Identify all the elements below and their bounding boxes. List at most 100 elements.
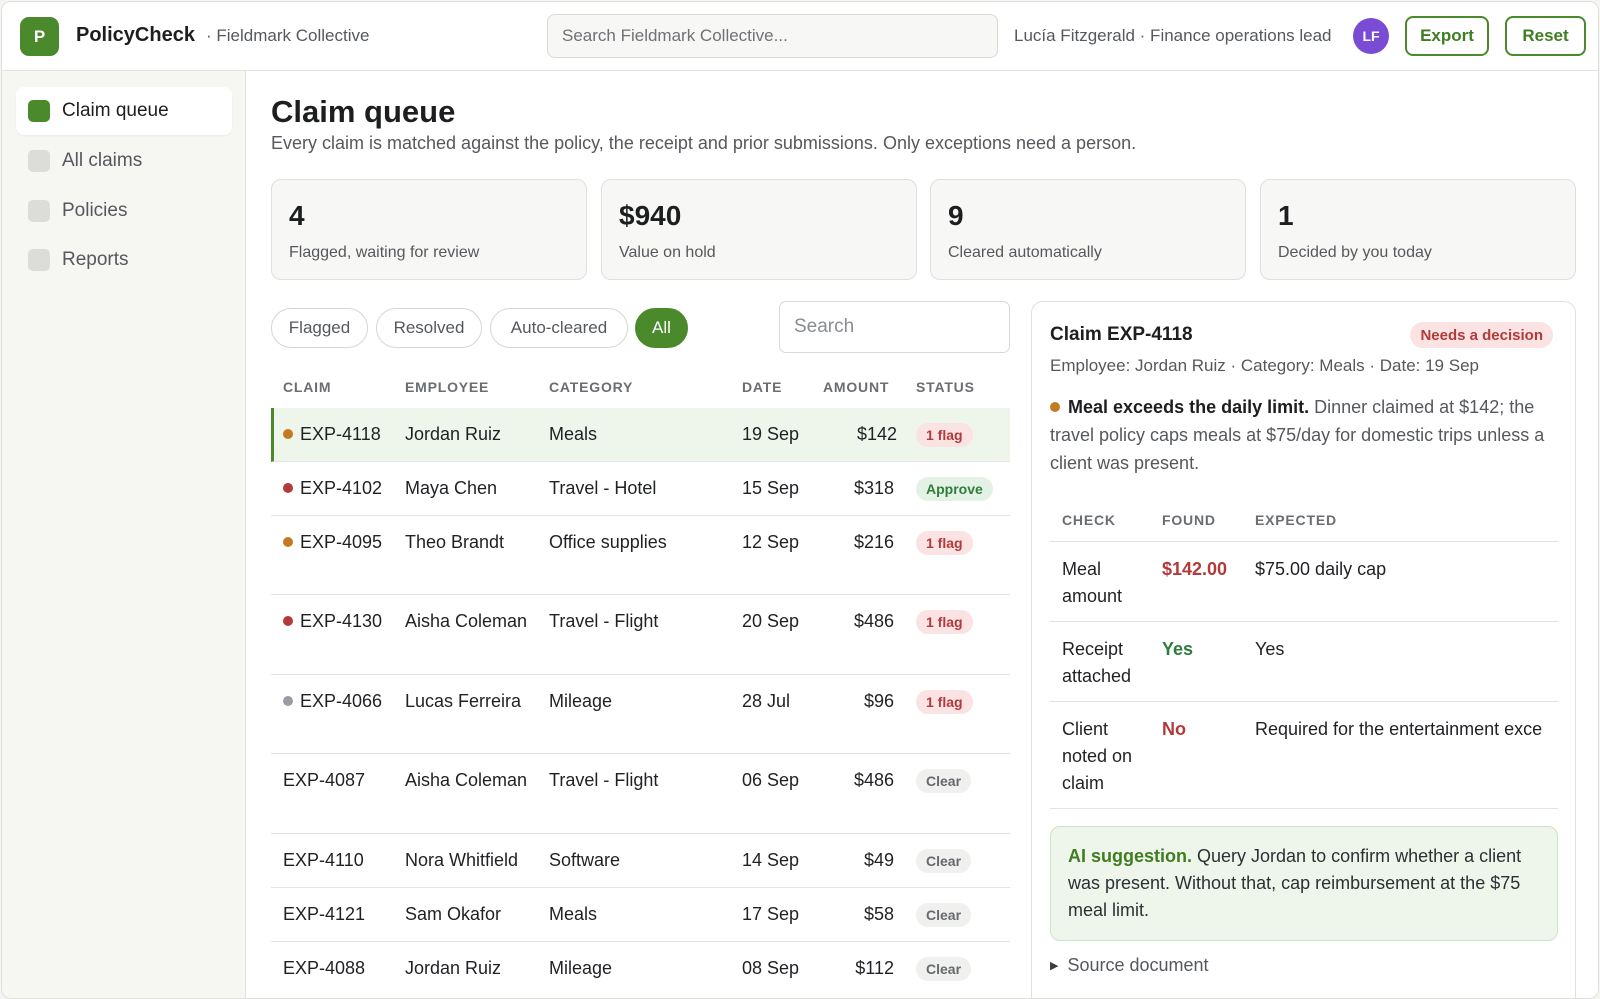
cell-date: 28 Jul — [742, 691, 791, 711]
cell-employee: Aisha Coleman — [405, 611, 528, 631]
cell-amount: $486 — [853, 611, 894, 631]
cell-claim: EXP-4087 — [283, 767, 395, 794]
stat-label: Flagged, waiting for review — [289, 244, 480, 261]
cell-employee: Jordan Ruiz — [405, 958, 502, 978]
cell-date: 20 Sep — [742, 611, 800, 631]
cell-amount: $49 — [863, 850, 894, 870]
cell-date: 08 Sep — [742, 958, 800, 978]
nav-square-icon — [28, 150, 50, 172]
claim-detail-panel: Claim EXP-4118 Needs a decision Employee… — [1031, 301, 1576, 998]
check-name: Receipt attached — [1062, 639, 1132, 686]
column-header-claim[interactable]: CLAIM — [283, 379, 331, 395]
sidebar-item-reports[interactable]: Reports — [16, 236, 232, 284]
cell-claim: EXP-4118 — [283, 421, 395, 448]
cell-date: 12 Sep — [742, 532, 800, 552]
cell-employee: Lucas Ferreira — [405, 691, 522, 711]
table-row[interactable]: EXP-4121 Sam Okafor Meals 17 Sep $58 Clear — [271, 888, 1010, 942]
column-header-date[interactable]: DATE — [742, 379, 782, 395]
cell-claim: EXP-4121 — [283, 901, 395, 928]
check-row: Meal amount $142.00 $75.00 daily cap — [1050, 541, 1558, 621]
column-header-employee[interactable]: EMPLOYEE — [405, 379, 489, 395]
cell-amount: $112 — [855, 958, 894, 978]
cell-claim: EXP-4088 — [283, 955, 395, 982]
app-name: PolicyCheck — [76, 24, 195, 46]
table-row[interactable]: EXP-4095 Theo Brandt Office supplies 12 Sep… — [271, 516, 1010, 595]
nav-square-icon — [28, 249, 50, 271]
cell-claim: EXP-4066 — [283, 688, 395, 715]
stat-value: $940 — [619, 200, 682, 231]
column-header-status[interactable]: STATUS — [916, 379, 975, 395]
issue-summary: Meal exceeds the daily limit. Dinner cla… — [1050, 393, 1562, 477]
check-name: Client noted on claim — [1062, 719, 1133, 793]
filter-auto-cleared[interactable]: Auto-cleared — [490, 308, 628, 348]
export-button[interactable]: Export — [1405, 16, 1489, 56]
cell-claim-text: EXP-4087 — [283, 770, 366, 790]
warning-dot-icon — [1050, 402, 1060, 412]
filter-all[interactable]: All — [635, 308, 688, 348]
table-row[interactable]: EXP-4102 Maya Chen Travel - Hotel 15 Sep $31… — [271, 462, 1010, 516]
page-subtitle: Every claim is matched against the polic… — [271, 133, 1137, 153]
nav-square-icon — [28, 100, 50, 122]
issue-title: Meal exceeds the daily limit. — [1068, 397, 1310, 417]
table-row[interactable]: EXP-4130 Aisha Coleman Travel - Flight 20 S… — [271, 595, 1010, 675]
status-badge: 1 flag — [916, 690, 973, 714]
stat-value: 9 — [948, 200, 964, 231]
ai-suggestion: AI suggestion. Query Jordan to confirm w… — [1050, 826, 1558, 941]
column-header-category[interactable]: CATEGORY — [549, 379, 633, 395]
avatar[interactable]: LF — [1353, 18, 1389, 54]
cell-amount: $142 — [856, 424, 897, 444]
status-badge: Approve — [916, 477, 993, 501]
cell-claim-text: EXP-4118 — [300, 424, 381, 444]
cell-claim: EXP-4102 — [283, 475, 395, 502]
status-badge: 1 flag — [916, 610, 973, 634]
filter-flagged[interactable]: Flagged — [271, 308, 368, 348]
cell-category: Mileage — [549, 958, 613, 978]
cell-employee: Maya Chen — [405, 478, 498, 498]
check-found: $142.00 — [1162, 559, 1228, 579]
status-badge: Clear — [916, 769, 972, 793]
cell-category: Office supplies — [549, 532, 667, 552]
check-expected: $75.00 daily cap — [1255, 559, 1387, 579]
ai-suggestion-label: AI suggestion. — [1068, 846, 1193, 866]
sidebar: Claim queue All claims Policies Reports — [2, 71, 246, 998]
page-title: Claim queue — [271, 94, 456, 129]
table-row[interactable]: EXP-4087 Aisha Coleman Travel - Flight 06 S… — [271, 754, 1010, 834]
source-document-label: Source document — [1067, 955, 1209, 975]
sidebar-item-policies[interactable]: Policies — [16, 187, 232, 235]
table-row[interactable]: EXP-4110 Nora Whitfield Software 14 Sep $49 C… — [271, 834, 1010, 888]
cell-claim-text: EXP-4110 — [283, 850, 364, 870]
status-badge: Clear — [916, 903, 972, 927]
sidebar-item-all-claims[interactable]: All claims — [16, 137, 232, 185]
global-search-input[interactable]: Search Fieldmark Collective... — [547, 14, 998, 58]
cell-claim-text: EXP-4066 — [300, 691, 383, 711]
table-search-input[interactable]: Search — [779, 301, 1010, 353]
table-row[interactable]: EXP-4088 Jordan Ruiz Mileage 08 Sep $112 Clea… — [271, 942, 1010, 998]
cell-claim: EXP-4095 — [283, 529, 395, 556]
sidebar-item-label: All claims — [62, 150, 143, 171]
top-bar: P PolicyCheck · Fieldmark Collective Sea… — [2, 2, 1598, 71]
app-logo: P — [20, 17, 59, 56]
cell-claim: EXP-4130 — [283, 608, 395, 635]
sidebar-item-claim-queue[interactable]: Claim queue — [16, 87, 232, 135]
cell-claim-text: EXP-4130 — [300, 611, 383, 631]
filter-resolved[interactable]: Resolved — [376, 308, 482, 348]
cell-employee: Nora Whitfield — [405, 850, 519, 870]
sidebar-item-label: Claim queue — [62, 100, 169, 121]
source-document-toggle[interactable]: ▶ Source document — [1050, 955, 1209, 976]
cell-date: 14 Sep — [742, 850, 800, 870]
status-badge: 1 flag — [916, 423, 973, 447]
nav-square-icon — [28, 200, 50, 222]
column-header-amount[interactable]: AMOUNT — [823, 379, 889, 395]
user-name: Lucía Fitzgerald · Finance operations le… — [1014, 26, 1332, 45]
expected-column-header: EXPECTED — [1255, 512, 1337, 528]
stat-card-value-on-hold: $940 Value on hold — [601, 179, 917, 280]
reset-button[interactable]: Reset — [1505, 16, 1586, 56]
table-row[interactable]: EXP-4066 Lucas Ferreira Mileage 28 Jul $96 1 … — [271, 675, 1010, 754]
status-badge: Clear — [916, 849, 972, 873]
stat-label: Cleared automatically — [948, 244, 1102, 261]
table-row[interactable]: EXP-4118 Jordan Ruiz Meals 19 Sep $142 1 flag — [271, 408, 1010, 462]
check-expected: Required for the entertainment exce — [1255, 719, 1543, 739]
cell-claim-text: EXP-4088 — [283, 958, 366, 978]
status-dot-icon — [283, 537, 293, 547]
cell-category: Travel - Flight — [549, 770, 659, 790]
